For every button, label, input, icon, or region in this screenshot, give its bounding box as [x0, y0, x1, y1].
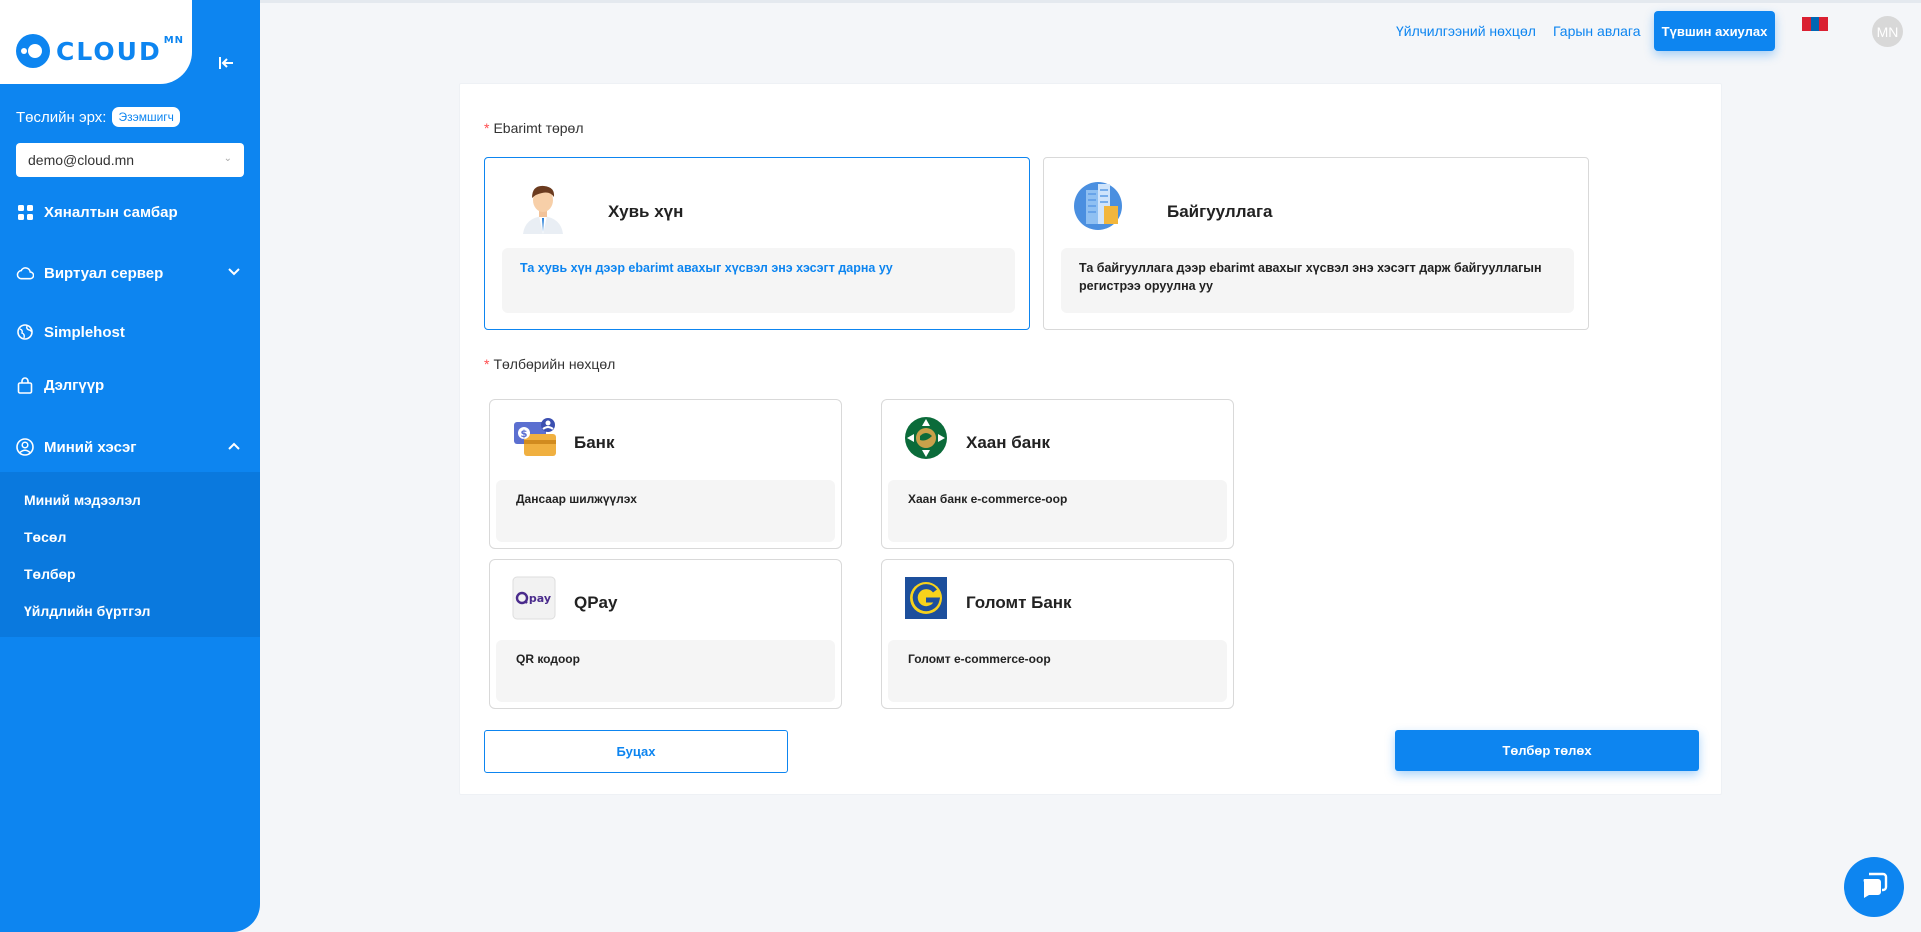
- chat-bubble-icon: [1859, 870, 1889, 905]
- person-icon: [515, 182, 571, 234]
- guide-link[interactable]: Гарын авлага: [1553, 23, 1641, 39]
- qpay-logo-text: pay: [529, 592, 551, 605]
- nav-simplehost[interactable]: Simplehost: [16, 318, 244, 346]
- terms-link[interactable]: Үйлчилгээний нөхцөл: [1396, 23, 1536, 39]
- topup-button[interactable]: Түвшин ахиулах: [1654, 11, 1775, 51]
- payment-option-qpay[interactable]: pay QPay QR кодоор: [489, 559, 842, 709]
- shopping-bag-icon: [16, 376, 34, 394]
- nav-my-section-label: Миний хэсэг: [44, 438, 137, 456]
- chat-button[interactable]: [1844, 857, 1904, 917]
- nav-virtual-server-label: Виртуал сервер: [44, 264, 164, 282]
- nav-shop-label: Дэлгүүр: [44, 376, 105, 394]
- account-select[interactable]: demo@cloud.mn ⌄: [16, 143, 244, 177]
- logo-sup: MN: [163, 34, 185, 46]
- logo-text: CLOUD: [56, 36, 162, 66]
- submenu-my-info[interactable]: Миний мэдээлэл: [24, 492, 141, 508]
- individual-title: Хувь хүн: [608, 202, 684, 221]
- qpay-description: QR кодоор: [496, 640, 835, 702]
- required-mark: *: [484, 356, 490, 372]
- payment-option-khan-bank[interactable]: Хаан банк Хаан банк e-commerce-оор: [881, 399, 1234, 549]
- golomt-bank-description: Голомт e-commerce-оор: [888, 640, 1227, 702]
- dashboard-icon: [16, 203, 34, 221]
- role-row: Төслийн эрх: Эзэмшигч: [16, 107, 180, 127]
- nav-my-section[interactable]: Миний хэсэг: [16, 433, 244, 461]
- nav-virtual-server[interactable]: Виртуал сервер: [16, 259, 244, 287]
- account-select-value: demo@cloud.mn: [28, 152, 135, 168]
- khan-bank-logo-icon: [904, 416, 948, 460]
- bank-title: Банк: [574, 433, 615, 452]
- golomt-bank-title: Голомт Банк: [966, 593, 1072, 612]
- logo-panel: CLOUD MN: [0, 0, 192, 84]
- ebarimt-type-title: * Ebarimt төрөл: [484, 120, 584, 136]
- logo[interactable]: CLOUD MN: [16, 34, 184, 68]
- nav-simplehost-label: Simplehost: [44, 323, 125, 341]
- nav-dashboard[interactable]: Хяналтын самбар: [16, 198, 244, 226]
- payment-method-label: Төлбөрийн нөхцөл: [493, 356, 616, 372]
- qpay-logo-icon: pay: [512, 576, 556, 620]
- organization-description: Та байгууллага дээр ebarimt авахыг хүсвэ…: [1061, 248, 1574, 313]
- mongolian-flag-icon[interactable]: [1802, 17, 1829, 31]
- submenu-project[interactable]: Төсөл: [24, 529, 66, 545]
- globe-icon: [16, 323, 34, 341]
- khan-bank-title: Хаан банк: [966, 433, 1050, 452]
- nav-shop[interactable]: Дэлгүүр: [16, 371, 244, 399]
- ebarimt-type-label: Ebarimt төрөл: [493, 120, 584, 136]
- individual-description: Та хувь хүн дээр ebarimt авахыг хүсвэл э…: [502, 248, 1015, 313]
- qpay-title: QPay: [574, 593, 618, 612]
- sidebar: CLOUD MN Төслийн эрх: Эзэмшигч demo@clou…: [0, 0, 260, 932]
- building-icon: [1074, 180, 1130, 232]
- submenu-activity-log[interactable]: Үйлдлийн бүртгэл: [24, 603, 150, 619]
- payment-method-title: * Төлбөрийн нөхцөл: [484, 356, 615, 372]
- payment-option-bank[interactable]: $ Банк Дансаар шилжүүлэх: [489, 399, 842, 549]
- top-border: [0, 0, 1921, 3]
- chevron-down-icon: ⌄: [223, 153, 232, 164]
- chevron-up-icon: [228, 438, 240, 453]
- my-section-submenu: Миний мэдээлэл Төсөл Төлбөр Үйлдлийн бүр…: [0, 472, 260, 637]
- submenu-payment[interactable]: Төлбөр: [24, 566, 76, 582]
- bank-transfer-icon: $: [512, 416, 556, 460]
- ebarimt-type-organization[interactable]: Байгууллага Та байгууллага дээр ebarimt …: [1043, 157, 1589, 330]
- payment-form-card: * Ebarimt төрөл Хувь хүн Та хувь хүн дээр…: [459, 83, 1722, 795]
- chevron-down-icon: [228, 264, 240, 279]
- role-label: Төслийн эрх:: [16, 108, 107, 126]
- nav-dashboard-label: Хяналтын самбар: [44, 203, 178, 221]
- pay-button[interactable]: Төлбөр төлөх: [1395, 730, 1699, 771]
- avatar[interactable]: MN: [1872, 16, 1903, 47]
- user-circle-icon: [16, 438, 34, 456]
- svg-text:$: $: [521, 429, 528, 440]
- collapse-sidebar-icon[interactable]: [214, 54, 238, 78]
- bank-description: Дансаар шилжүүлэх: [496, 480, 835, 542]
- organization-title: Байгууллага: [1167, 202, 1273, 221]
- back-button[interactable]: Буцах: [484, 730, 788, 773]
- payment-option-golomt-bank[interactable]: Голомт Банк Голомт e-commerce-оор: [881, 559, 1234, 709]
- logo-mark-icon: [16, 34, 50, 68]
- ebarimt-type-individual[interactable]: Хувь хүн Та хувь хүн дээр ebarimt авахыг…: [484, 157, 1030, 330]
- khan-bank-description: Хаан банк e-commerce-оор: [888, 480, 1227, 542]
- required-mark: *: [484, 120, 490, 136]
- cloud-icon: [16, 264, 34, 282]
- role-badge: Эзэмшигч: [112, 107, 180, 127]
- golomt-logo-icon: [904, 576, 948, 620]
